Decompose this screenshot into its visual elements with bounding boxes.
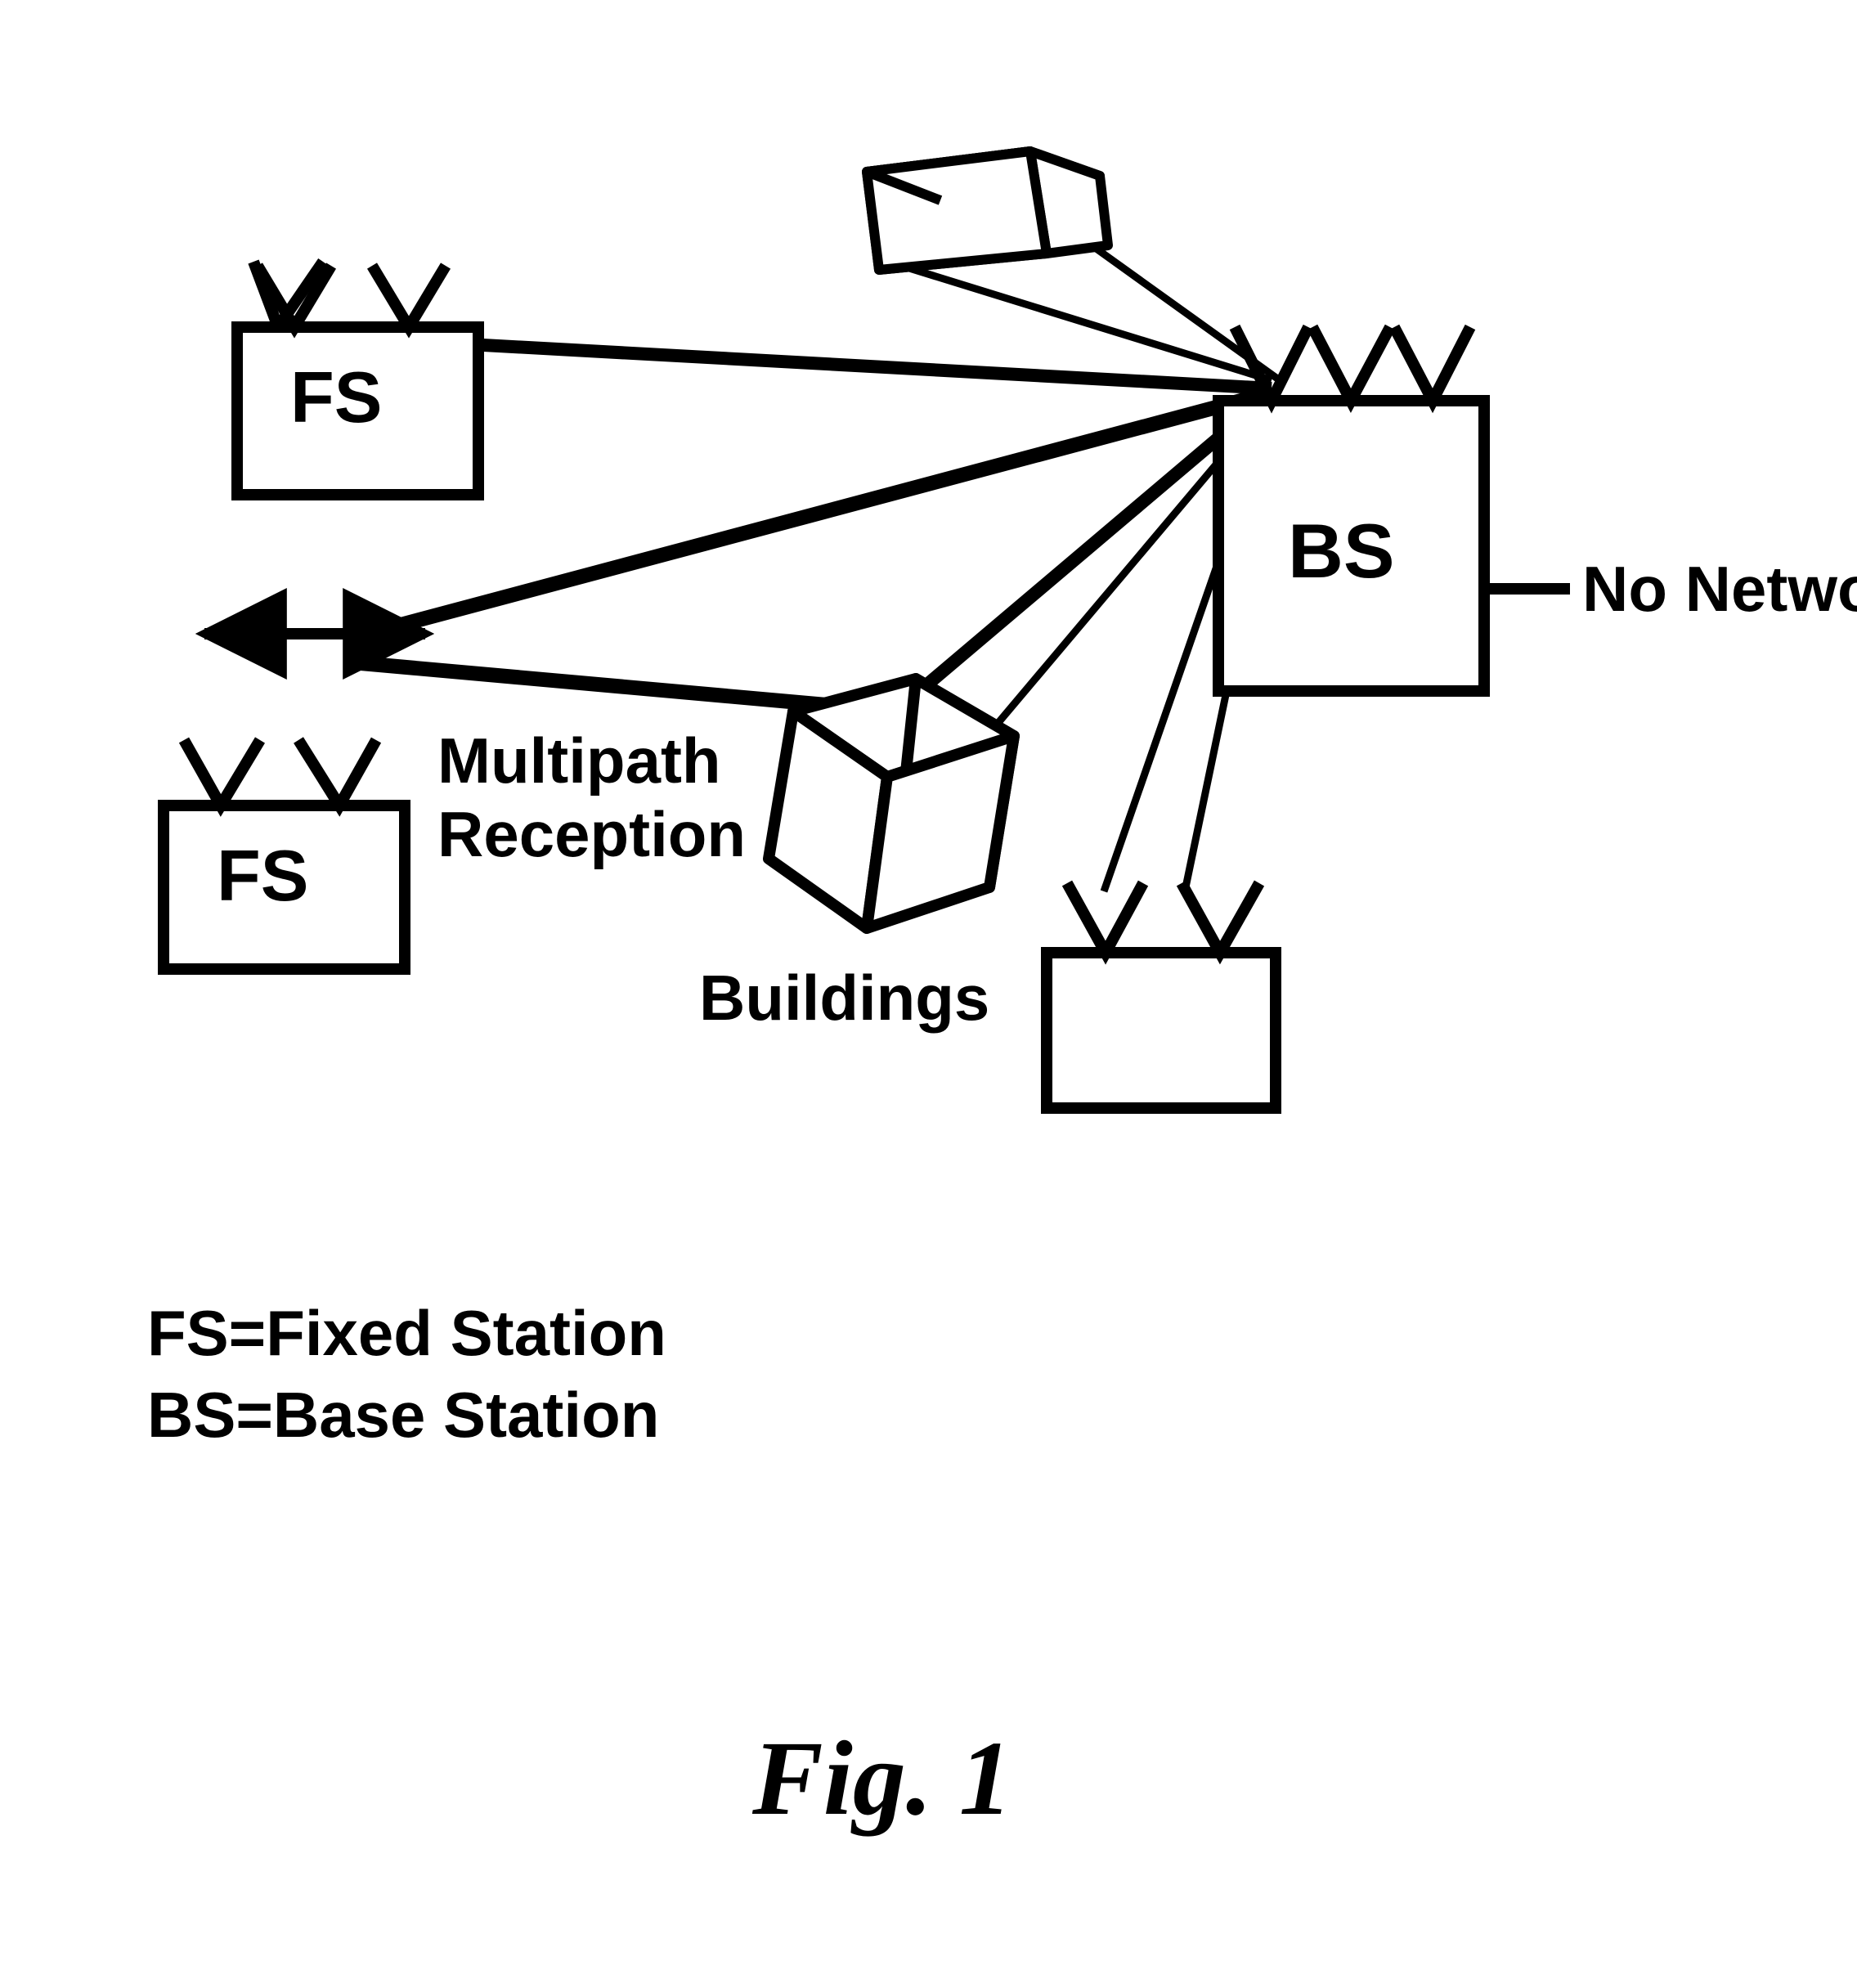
building-center-cube <box>769 679 1014 928</box>
figure-caption: Fig. 1 <box>752 1717 1012 1840</box>
multipath-label-2: Reception <box>437 797 746 872</box>
legend-fs: FS=Fixed Station <box>147 1296 666 1371</box>
diagram-canvas: FS FS BS No Network Multipath Reception … <box>0 0 1857 1988</box>
fs1-label: FS <box>290 356 382 439</box>
legend-bs: BS=Base Station <box>147 1378 659 1452</box>
building-top-cube <box>867 151 1108 270</box>
multipath-label-1: Multipath <box>437 724 721 798</box>
station-small-bottom-right <box>1047 883 1276 1108</box>
no-network-label: No Network <box>1582 552 1857 626</box>
fs2-label: FS <box>217 834 308 918</box>
bs-label: BS <box>1288 507 1395 595</box>
buildings-label: Buildings <box>699 961 989 1035</box>
